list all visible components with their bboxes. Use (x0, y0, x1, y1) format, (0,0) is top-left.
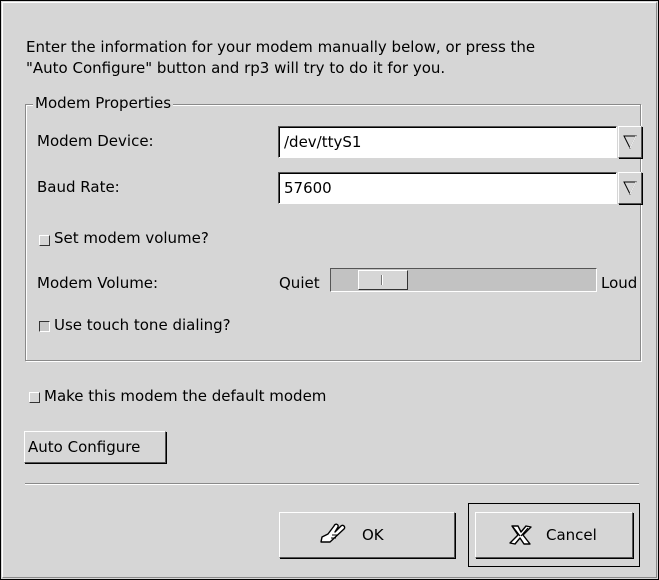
set-volume-checkbox[interactable] (39, 235, 50, 246)
volume-quiet-label: Quiet (279, 274, 320, 292)
modem-volume-slider-thumb[interactable] (358, 270, 408, 290)
baud-rate-input[interactable]: 57600 (278, 172, 617, 204)
modem-properties-title: Modem Properties (33, 94, 174, 112)
baud-rate-combo: 57600 (278, 172, 642, 204)
default-modem-label[interactable]: Make this modem the default modem (44, 387, 326, 405)
auto-configure-label: Auto Configure (28, 438, 141, 456)
hand-ok-icon (320, 523, 346, 543)
modem-device-input[interactable]: /dev/ttyS1 (278, 126, 617, 158)
modem-dialog: Enter the information for your modem man… (0, 0, 659, 580)
baud-rate-value: 57600 (284, 179, 332, 197)
modem-device-dropdown-button[interactable] (618, 126, 642, 158)
chevron-down-icon (623, 181, 637, 195)
slider-grip (381, 275, 382, 285)
baud-rate-dropdown-button[interactable] (618, 172, 642, 204)
cancel-button[interactable]: Cancel (475, 512, 633, 558)
chevron-down-icon (623, 135, 637, 149)
separator (25, 483, 639, 485)
modem-volume-slider[interactable] (330, 268, 597, 292)
cancel-label: Cancel (546, 526, 597, 544)
volume-loud-label: Loud (601, 274, 638, 292)
ok-button[interactable]: OK (279, 512, 455, 558)
default-modem-checkbox[interactable] (29, 392, 40, 403)
touch-tone-checkbox[interactable] (39, 321, 50, 332)
touch-tone-label[interactable]: Use touch tone dialing? (54, 316, 231, 334)
x-cancel-icon (509, 525, 532, 545)
intro-text: Enter the information for your modem man… (26, 38, 536, 77)
modem-device-value: /dev/ttyS1 (284, 133, 362, 151)
auto-configure-button[interactable]: Auto Configure (24, 431, 166, 463)
modem-volume-label: Modem Volume: (37, 274, 159, 292)
baud-rate-label: Baud Rate: (37, 178, 120, 196)
modem-device-label: Modem Device: (37, 132, 154, 150)
ok-label: OK (362, 526, 384, 544)
modem-device-combo: /dev/ttyS1 (278, 126, 642, 158)
set-volume-label[interactable]: Set modem volume? (54, 229, 209, 247)
